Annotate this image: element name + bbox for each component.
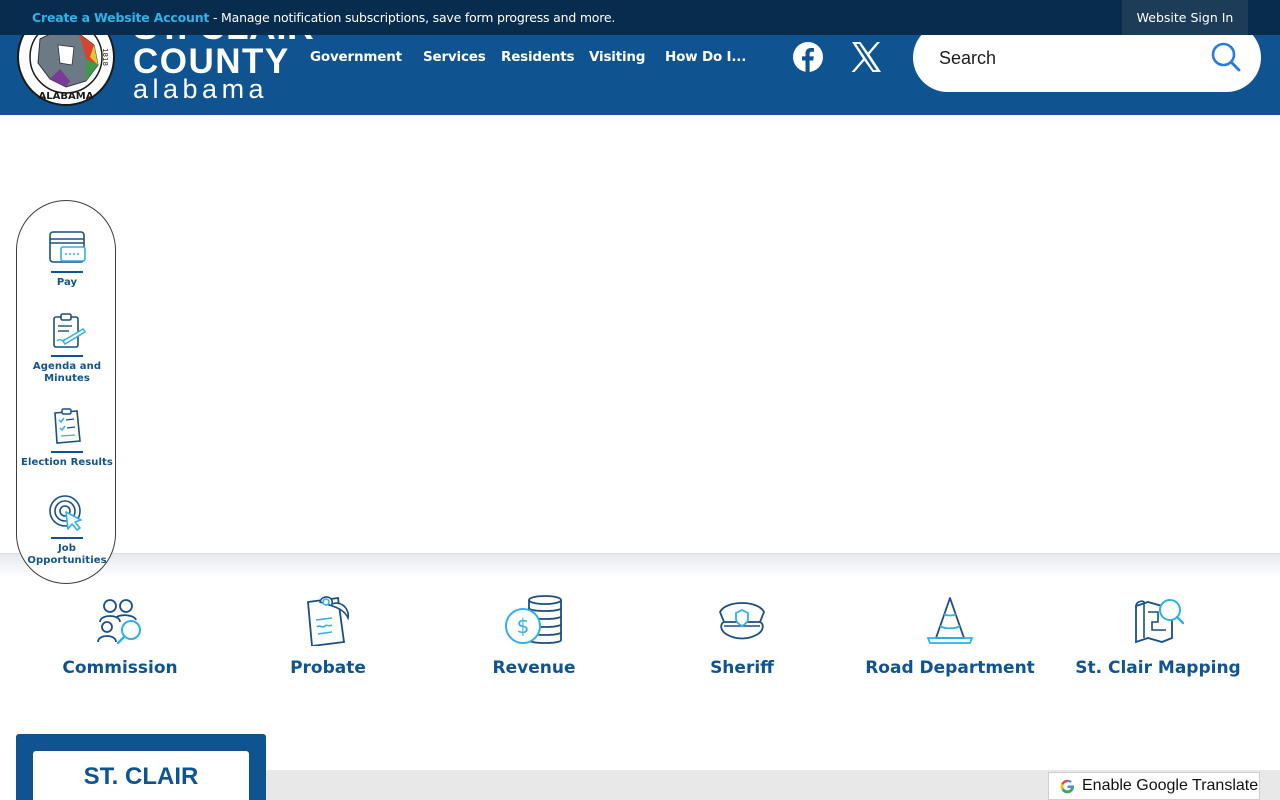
svg-text:$: $ xyxy=(517,614,530,638)
search-icon[interactable] xyxy=(1211,42,1241,72)
people-search-icon xyxy=(97,599,141,645)
county-card-title: ST. CLAIR xyxy=(33,751,249,800)
notification-bar: Create a Website Account - Manage notifi… xyxy=(0,0,1280,35)
quick-link-election-label: Election Results xyxy=(21,457,113,468)
site-header: ALABAMA 1818 ST. CLAIR COUNTY alabama Go… xyxy=(0,35,1280,115)
document-seal-icon xyxy=(307,596,350,646)
dept-revenue-label: Revenue xyxy=(492,658,576,678)
quick-link-election[interactable]: Election Results xyxy=(17,407,117,469)
x-twitter-icon[interactable] xyxy=(850,41,882,73)
jobs-underline xyxy=(51,537,83,539)
wordmark-line-3: alabama xyxy=(133,74,269,104)
county-wordmark[interactable]: ST. CLAIR COUNTY alabama xyxy=(133,35,314,104)
seal-year-text: 1818 xyxy=(101,48,109,66)
coins-icon: $ xyxy=(505,595,562,644)
clipboard-pen-icon xyxy=(53,313,87,348)
nav-government[interactable]: Government xyxy=(310,49,402,67)
dept-sheriff-label: Sheriff xyxy=(710,658,774,678)
create-account-link[interactable]: Create a Website Account xyxy=(32,10,209,25)
notification-message: Create a Website Account - Manage notifi… xyxy=(32,10,615,25)
dept-road-department-label: Road Department xyxy=(865,658,1035,678)
website-sign-in-button[interactable]: Website Sign In xyxy=(1122,0,1248,35)
quick-link-agenda-label: Agenda and Minutes xyxy=(32,361,102,384)
facebook-icon[interactable] xyxy=(792,41,824,73)
search-input[interactable] xyxy=(939,43,1199,73)
dept-probate[interactable]: Probate xyxy=(228,594,428,678)
seal-state-text: ALABAMA xyxy=(39,91,94,102)
map-search-icon xyxy=(1135,599,1184,644)
dept-st-clair-mapping-label: St. Clair Mapping xyxy=(1075,658,1241,678)
google-translate-icon xyxy=(1059,777,1076,795)
google-translate-button[interactable]: Enable Google Translate xyxy=(1048,772,1260,800)
traffic-cone-icon xyxy=(926,597,974,644)
police-cap-icon xyxy=(719,602,765,640)
nav-services[interactable]: Services xyxy=(423,49,486,67)
county-info-card: ST. CLAIR xyxy=(16,734,266,800)
nav-visiting[interactable]: Visiting xyxy=(589,49,645,67)
quick-link-jobs[interactable]: Job Opportunities xyxy=(17,493,117,567)
checklist-icon xyxy=(54,408,81,444)
quick-link-pay[interactable]: Pay xyxy=(17,227,117,289)
agenda-underline xyxy=(51,355,83,357)
dept-road-department[interactable]: Road Department xyxy=(850,594,1050,678)
target-cursor-icon xyxy=(49,495,82,531)
notification-text: - Manage notification subscriptions, sav… xyxy=(209,10,616,25)
nav-how-do-i[interactable]: How Do I... xyxy=(665,49,746,67)
pay-underline xyxy=(51,271,83,273)
quick-link-jobs-label: Job Opportunities xyxy=(27,543,107,566)
quick-link-agenda[interactable]: Agenda and Minutes xyxy=(17,311,117,385)
google-translate-label: Enable Google Translate xyxy=(1082,777,1259,794)
county-seal-logo[interactable]: ALABAMA 1818 xyxy=(16,35,116,107)
dept-revenue[interactable]: $ Revenue xyxy=(434,594,634,678)
quick-links-panel: Pay Agenda and Minutes Election Results xyxy=(16,200,116,584)
election-underline xyxy=(51,451,83,453)
quick-link-pay-label: Pay xyxy=(56,277,78,288)
banner-shadow xyxy=(0,554,1280,578)
credit-card-icon xyxy=(49,231,86,263)
dept-commission[interactable]: Commission xyxy=(20,594,220,678)
dept-probate-label: Probate xyxy=(290,658,366,678)
dept-sheriff[interactable]: Sheriff xyxy=(642,594,842,678)
dept-st-clair-mapping[interactable]: St. Clair Mapping xyxy=(1058,594,1258,678)
dept-commission-label: Commission xyxy=(62,658,178,678)
nav-residents[interactable]: Residents xyxy=(501,49,575,67)
search-box xyxy=(913,35,1261,92)
